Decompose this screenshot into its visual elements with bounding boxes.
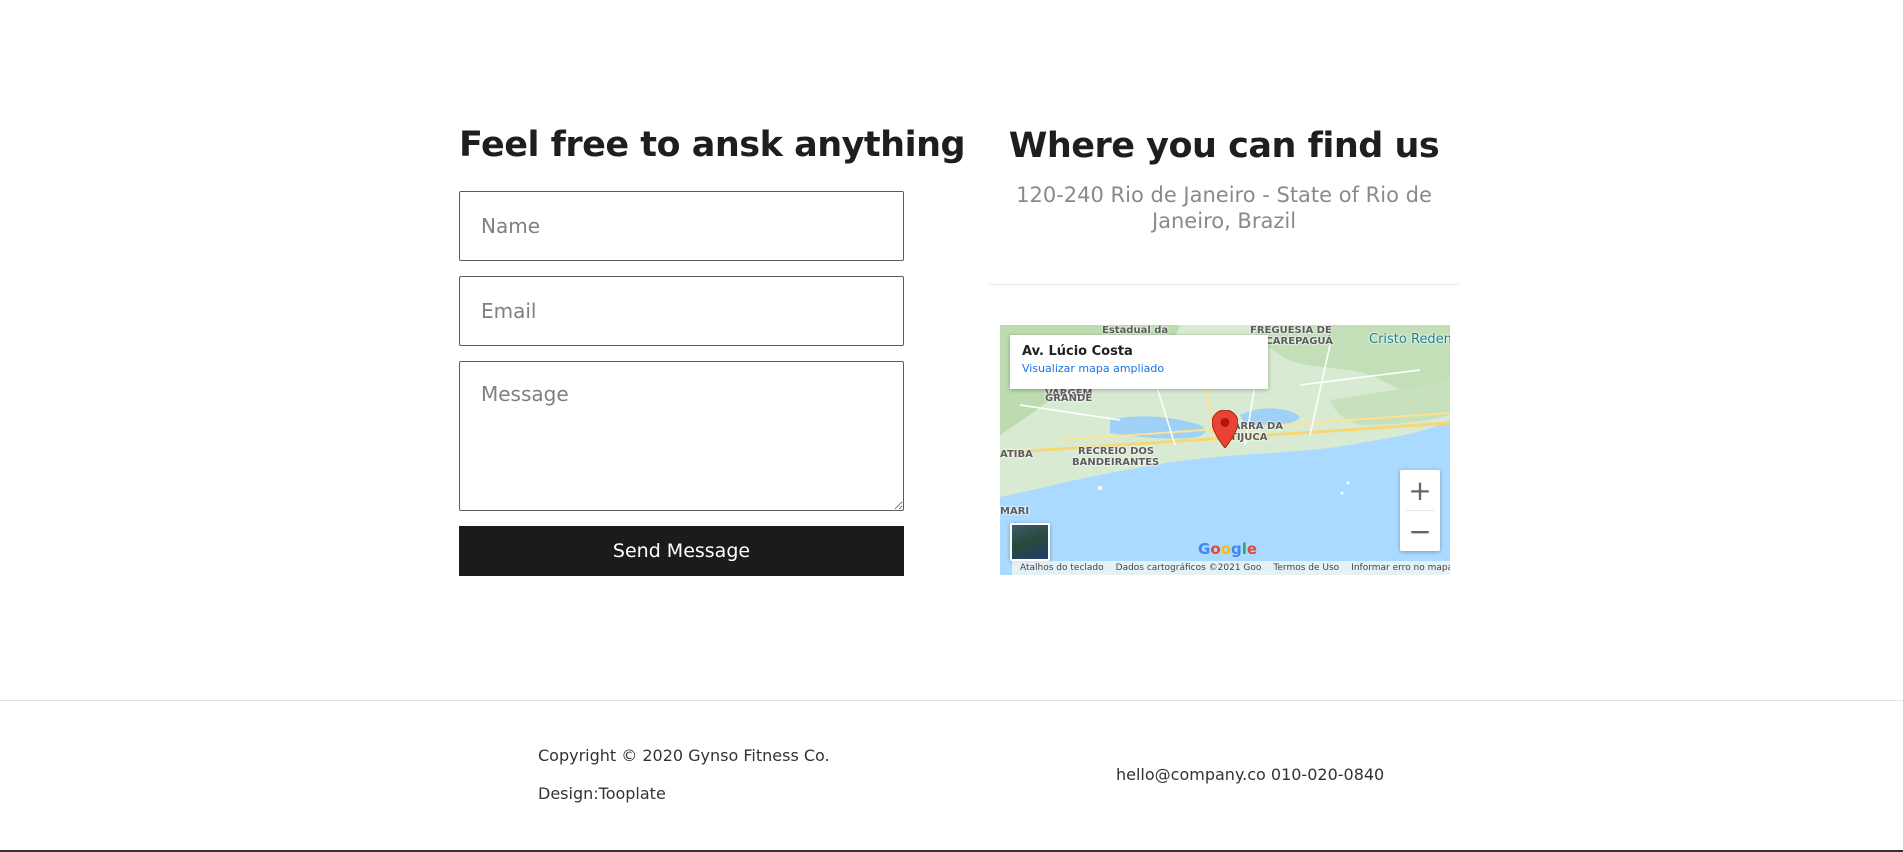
map-label: ATIBA [1000, 449, 1033, 460]
contact-section: Feel free to ansk anything Send Message … [0, 0, 1903, 700]
send-message-button[interactable]: Send Message [459, 526, 904, 576]
site-footer: Copyright © 2020 Gynso Fitness Co. Desig… [0, 700, 1903, 852]
copyright-text: Copyright © 2020 Gynso Fitness Co. [538, 746, 830, 765]
map-label: BANDEIRANTES [1072, 457, 1160, 468]
zoom-out-button[interactable]: − [1400, 511, 1440, 551]
map-label: Cristo Reden [1369, 332, 1450, 347]
map-label: GRANDE [1045, 393, 1093, 404]
name-field[interactable] [459, 191, 904, 261]
zoom-in-button[interactable]: + [1400, 470, 1440, 510]
map-label: MARI [1000, 506, 1030, 517]
email-link[interactable]: hello@company.co [1116, 765, 1266, 784]
footer-contact: hello@company.co 010-020-0840 [1116, 765, 1384, 785]
location-pin-icon[interactable] [1211, 409, 1239, 452]
divider [989, 284, 1459, 285]
email-field[interactable] [459, 276, 904, 346]
keyboard-shortcuts-link[interactable]: Atalhos do teclado [1020, 563, 1104, 573]
embedded-map[interactable]: Estadual da FREGUESIA DE JACAREPAGUÁ Cri… [1000, 325, 1450, 575]
map-zoom-control: + − [1400, 470, 1440, 551]
location-title: Where you can find us [1008, 126, 1440, 166]
google-logo-text: Google [1198, 540, 1258, 558]
map-place-name: Av. Lúcio Costa [1022, 344, 1133, 359]
design-credit: Design:Tooplate [538, 784, 666, 804]
address-text: 120-240 Rio de Janeiro - State of Rio de… [1016, 183, 1432, 233]
contact-form-title: Feel free to ansk anything [459, 125, 966, 165]
view-larger-map-link[interactable]: Visualizar mapa ampliado [1022, 360, 1256, 377]
contact-form: Feel free to ansk anything Send Message [459, 120, 966, 576]
design-prefix: Design: [538, 784, 599, 803]
message-field[interactable] [459, 361, 904, 511]
terms-link[interactable]: Termos de Uso [1273, 563, 1339, 573]
map-footer-bar: Atalhos do teclado Dados cartográficos ©… [1012, 561, 1450, 575]
phone-number[interactable]: 010-020-0840 [1271, 765, 1384, 784]
location-info: Where you can find us 120-240 Rio de Jan… [989, 120, 1459, 285]
map-info-card: Av. Lúcio Costa Visualizar mapa ampliado [1010, 335, 1268, 389]
google-logo[interactable]: Google [1198, 540, 1257, 558]
tooplate-link[interactable]: Tooplate [599, 784, 666, 803]
satellite-toggle-button[interactable] [1010, 523, 1050, 561]
report-map-error-link[interactable]: Informar erro no mapa [1351, 563, 1450, 573]
map-label: RECREIO DOS [1078, 446, 1155, 457]
map-data-text: Dados cartográficos ©2021 Goo [1115, 563, 1262, 573]
